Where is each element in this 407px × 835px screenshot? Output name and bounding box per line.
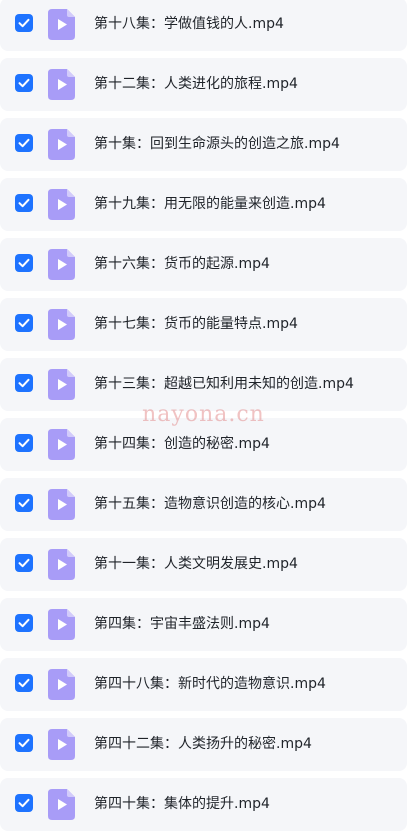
file-row[interactable]: 第十集：回到生命源头的创造之旅.mp4 xyxy=(0,118,407,171)
file-name[interactable]: 第十九集：用无限的能量来创造.mp4 xyxy=(94,194,326,214)
file-row[interactable]: 第十四集：创造的秘密.mp4 xyxy=(0,418,407,471)
file-row[interactable]: 第十七集：货币的能量特点.mp4 xyxy=(0,298,407,351)
checkmark-icon xyxy=(18,138,30,148)
checkmark-icon xyxy=(18,618,30,628)
file-name[interactable]: 第十一集：人类文明发展史.mp4 xyxy=(94,554,298,574)
file-checkbox[interactable] xyxy=(15,74,33,92)
file-name[interactable]: 第四集：宇宙丰盛法则.mp4 xyxy=(94,614,270,634)
checkmark-icon xyxy=(18,798,30,808)
file-name[interactable]: 第十五集：造物意识创造的核心.mp4 xyxy=(94,494,326,514)
file-checkbox[interactable] xyxy=(15,494,33,512)
video-file-icon xyxy=(48,9,75,40)
checkmark-icon xyxy=(18,378,30,388)
file-name[interactable]: 第四十二集：人类扬升的秘密.mp4 xyxy=(94,734,312,754)
video-file-icon xyxy=(48,369,75,400)
video-file-icon xyxy=(48,429,75,460)
file-checkbox[interactable] xyxy=(15,734,33,752)
file-row[interactable]: 第四十八集：新时代的造物意识.mp4 xyxy=(0,658,407,711)
file-name[interactable]: 第十三集：超越已知利用未知的创造.mp4 xyxy=(94,374,354,394)
file-row[interactable]: 第十二集：人类进化的旅程.mp4 xyxy=(0,58,407,111)
file-row[interactable]: 第十八集：学做值钱的人.mp4 xyxy=(0,0,407,51)
file-row[interactable]: 第十五集：造物意识创造的核心.mp4 xyxy=(0,478,407,531)
file-name[interactable]: 第十八集：学做值钱的人.mp4 xyxy=(94,14,284,34)
file-checkbox[interactable] xyxy=(15,134,33,152)
file-checkbox[interactable] xyxy=(15,794,33,812)
file-checkbox[interactable] xyxy=(15,194,33,212)
file-row[interactable]: 第十三集：超越已知利用未知的创造.mp4 xyxy=(0,358,407,411)
checkmark-icon xyxy=(18,18,30,28)
checkmark-icon xyxy=(18,498,30,508)
file-checkbox[interactable] xyxy=(15,614,33,632)
file-name[interactable]: 第四十集：集体的提升.mp4 xyxy=(94,794,270,814)
video-file-icon xyxy=(48,189,75,220)
file-checkbox[interactable] xyxy=(15,674,33,692)
file-name[interactable]: 第十四集：创造的秘密.mp4 xyxy=(94,434,270,454)
checkmark-icon xyxy=(18,78,30,88)
checkmark-icon xyxy=(18,258,30,268)
checkmark-icon xyxy=(18,198,30,208)
file-row[interactable]: 第十九集：用无限的能量来创造.mp4 xyxy=(0,178,407,231)
file-row[interactable]: 第十六集：货币的起源.mp4 xyxy=(0,238,407,291)
video-file-icon xyxy=(48,789,75,820)
file-name[interactable]: 第十二集：人类进化的旅程.mp4 xyxy=(94,74,298,94)
video-file-icon xyxy=(48,669,75,700)
file-checkbox[interactable] xyxy=(15,374,33,392)
video-file-icon xyxy=(48,729,75,760)
video-file-icon xyxy=(48,549,75,580)
file-name[interactable]: 第十六集：货币的起源.mp4 xyxy=(94,254,270,274)
video-file-icon xyxy=(48,249,75,280)
video-file-icon xyxy=(48,309,75,340)
video-file-icon xyxy=(48,129,75,160)
checkmark-icon xyxy=(18,738,30,748)
file-row[interactable]: 第十一集：人类文明发展史.mp4 xyxy=(0,538,407,591)
file-checkbox[interactable] xyxy=(15,14,33,32)
checkmark-icon xyxy=(18,558,30,568)
file-name[interactable]: 第十七集：货币的能量特点.mp4 xyxy=(94,314,298,334)
file-list: 第十八集：学做值钱的人.mp4 第十二集：人类进化的旅程.mp4 第十集：回到生… xyxy=(0,0,407,835)
video-file-icon xyxy=(48,489,75,520)
file-row[interactable]: 第四集：宇宙丰盛法则.mp4 xyxy=(0,598,407,651)
checkmark-icon xyxy=(18,438,30,448)
file-name[interactable]: 第十集：回到生命源头的创造之旅.mp4 xyxy=(94,134,340,154)
file-name[interactable]: 第四十八集：新时代的造物意识.mp4 xyxy=(94,674,326,694)
file-row[interactable]: 第四十集：集体的提升.mp4 xyxy=(0,778,407,831)
file-checkbox[interactable] xyxy=(15,314,33,332)
file-checkbox[interactable] xyxy=(15,554,33,572)
checkmark-icon xyxy=(18,318,30,328)
checkmark-icon xyxy=(18,678,30,688)
file-row[interactable]: 第四十二集：人类扬升的秘密.mp4 xyxy=(0,718,407,771)
video-file-icon xyxy=(48,609,75,640)
file-checkbox[interactable] xyxy=(15,254,33,272)
file-checkbox[interactable] xyxy=(15,434,33,452)
video-file-icon xyxy=(48,69,75,100)
